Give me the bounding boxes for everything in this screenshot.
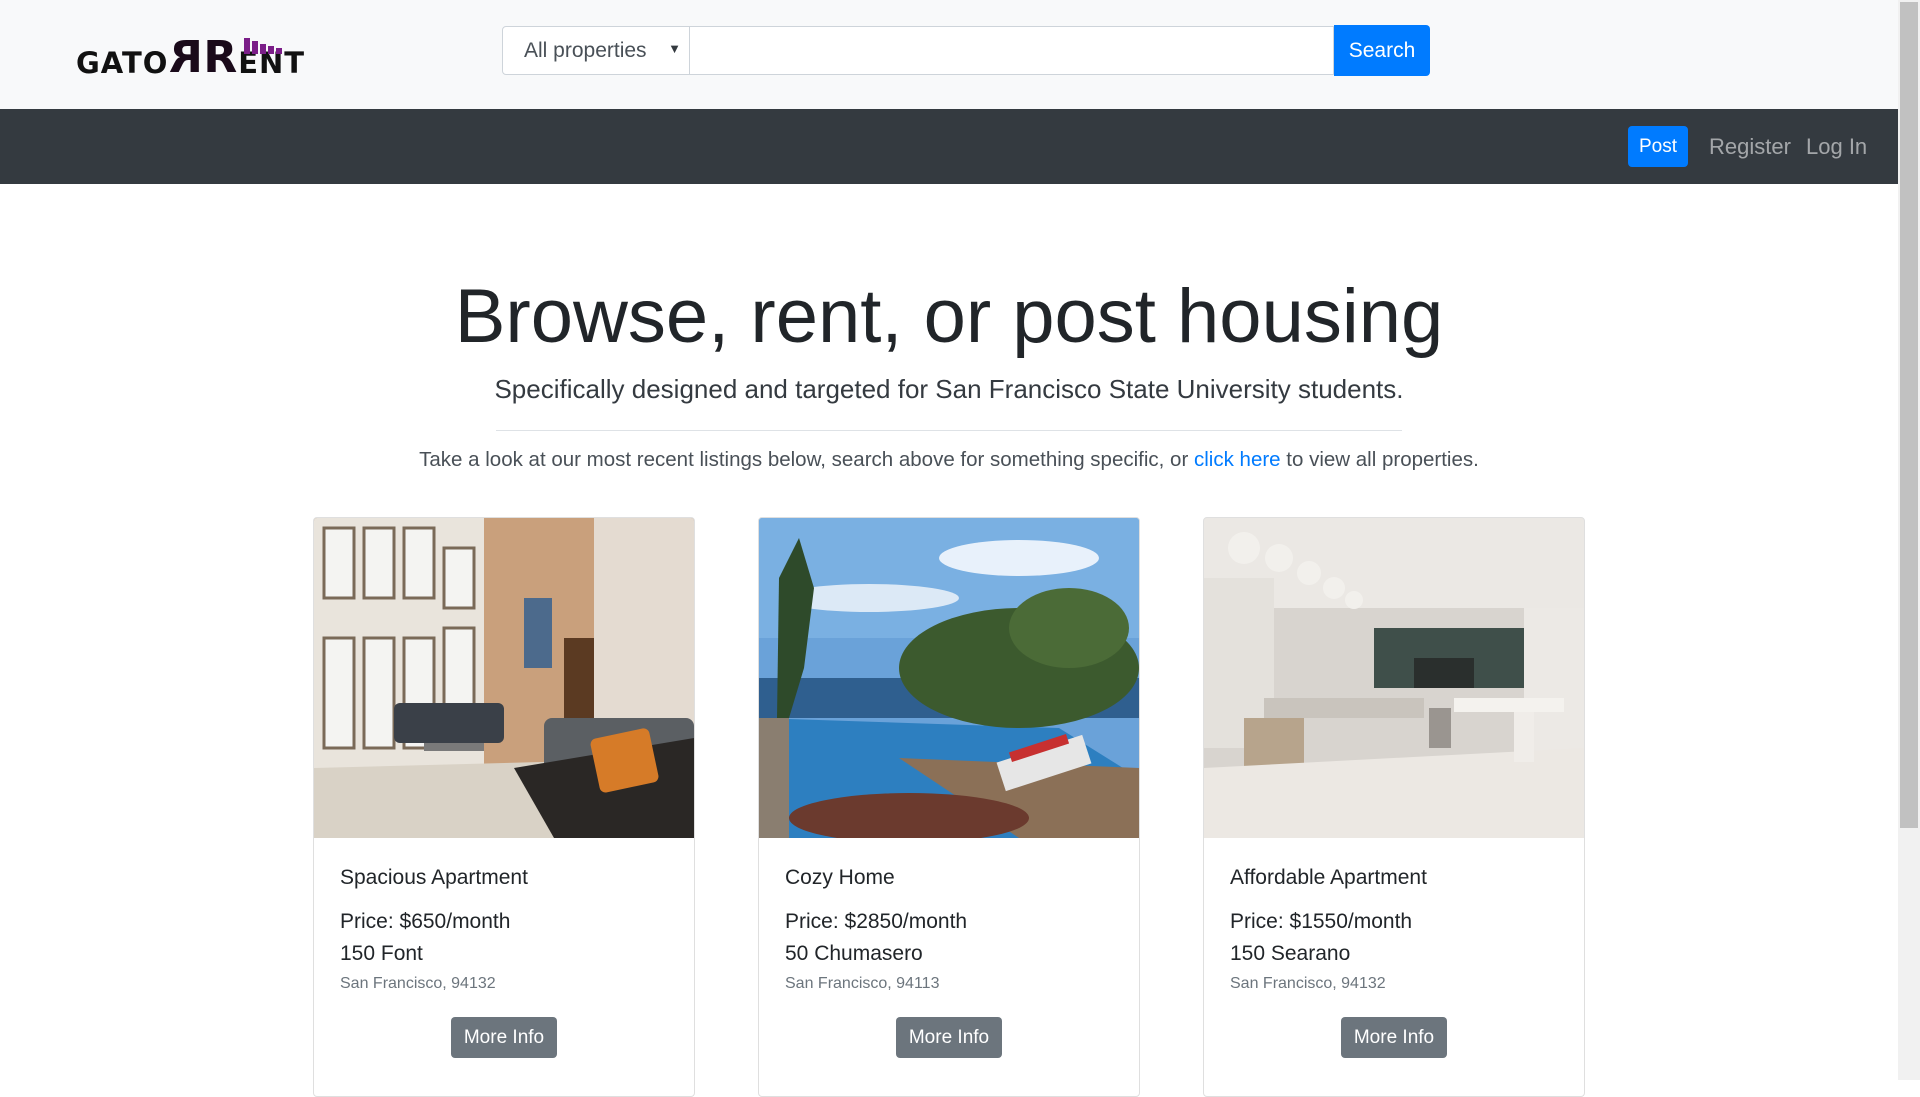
hero-lead: Take a look at our most recent listings … — [0, 446, 1898, 474]
more-info-button[interactable]: More Info — [1341, 1017, 1447, 1058]
lead-text-before: Take a look at our most recent listings … — [419, 448, 1194, 471]
post-button[interactable]: Post — [1628, 126, 1688, 167]
hero-title: Browse, rent, or post housing — [454, 274, 1444, 359]
listing-card: Affordable Apartment Price: $1550/month … — [1203, 517, 1585, 1097]
site-header: GATO RR ENT All properties ▼ Search — [0, 0, 1898, 109]
logo-text-left: GATO — [76, 46, 169, 80]
infinity-pool-photo[interactable] — [759, 518, 1139, 838]
register-link[interactable]: Register — [1709, 126, 1791, 167]
listing-title: Spacious Apartment — [340, 866, 528, 889]
listing-card: Spacious Apartment Price: $650/month 150… — [313, 517, 695, 1097]
listing-street: 150 Font — [340, 942, 423, 965]
property-category-value: All properties — [524, 38, 647, 62]
page-scrollbar[interactable] — [1898, 0, 1920, 1080]
listing-price: Price: $1550/month — [1230, 910, 1413, 933]
more-info-button[interactable]: More Info — [896, 1017, 1002, 1058]
login-link[interactable]: Log In — [1806, 126, 1867, 167]
listing-card: Cozy Home Price: $2850/month 50 Chumaser… — [758, 517, 1140, 1097]
listing-street: 50 Chumasero — [785, 942, 923, 965]
listing-price: Price: $650/month — [340, 910, 511, 933]
gatorrent-logo[interactable]: GATO RR ENT — [76, 32, 305, 83]
listing-city: San Francisco, 94132 — [1230, 975, 1386, 992]
listing-title: Cozy Home — [785, 866, 895, 889]
search-input[interactable] — [690, 26, 1334, 75]
property-category-select[interactable]: All properties ▼ — [502, 26, 690, 75]
main-navbar: Post Register Log In — [0, 109, 1898, 184]
listing-price: Price: $2850/month — [785, 910, 968, 933]
lead-text-after: to view all properties. — [1280, 448, 1479, 471]
listing-city: San Francisco, 94132 — [340, 975, 496, 992]
listing-street: 150 Searano — [1230, 942, 1351, 965]
living-room-photo[interactable] — [314, 518, 694, 838]
view-all-link[interactable]: click here — [1194, 448, 1281, 471]
hero-divider — [496, 430, 1402, 431]
logo-text-mid: RR — [168, 32, 239, 83]
scrollbar-thumb[interactable] — [1900, 2, 1918, 828]
search-bar: All properties ▼ Search — [502, 25, 1430, 77]
hero-subtitle: Specifically designed and targeted for S… — [494, 374, 1404, 404]
kitchen-interior-photo[interactable] — [1204, 518, 1584, 838]
search-button[interactable]: Search — [1334, 25, 1430, 76]
listing-title: Affordable Apartment — [1230, 866, 1427, 889]
logo-bars-icon — [244, 38, 282, 54]
caret-down-icon: ▼ — [668, 41, 681, 56]
more-info-button[interactable]: More Info — [451, 1017, 557, 1058]
listing-city: San Francisco, 94113 — [785, 975, 940, 992]
